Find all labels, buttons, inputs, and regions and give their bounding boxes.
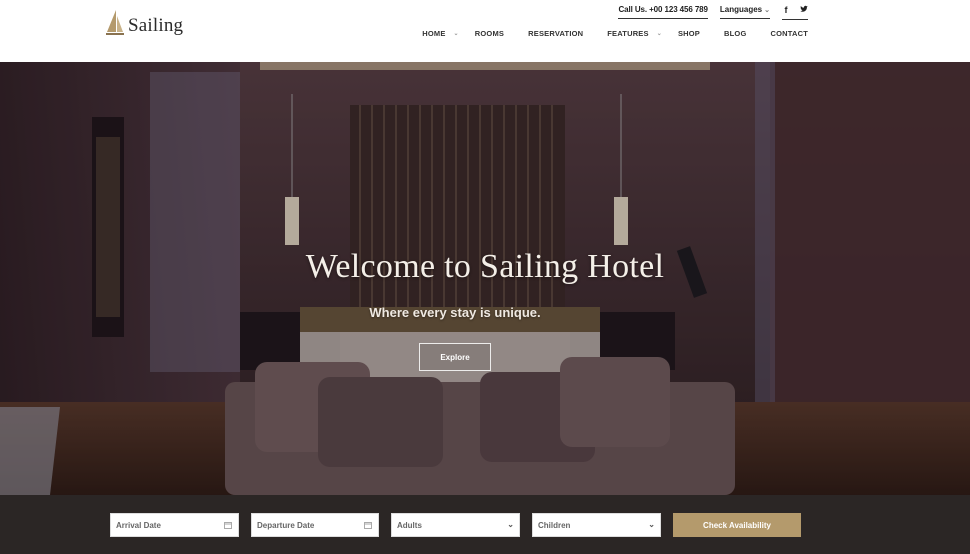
children-select[interactable]: Children ⌄ <box>532 513 661 537</box>
social-links: f <box>782 5 808 20</box>
nav-item-reservation[interactable]: RESERVATION <box>528 29 583 38</box>
hero-subtitle: Where every stay is unique. <box>369 305 541 320</box>
nav-label: HOME <box>422 29 446 38</box>
nav-item-features[interactable]: FEATURES ⌄ <box>607 29 661 38</box>
chevron-down-icon: ⌄ <box>656 31 662 37</box>
brand-name: Sailing <box>128 15 184 36</box>
explore-button[interactable]: Explore <box>419 343 491 371</box>
twitter-icon[interactable] <box>800 5 808 13</box>
logo[interactable]: Sailing <box>106 10 183 37</box>
adults-placeholder: Adults <box>397 520 422 530</box>
nav-label: FEATURES <box>607 29 649 38</box>
nav-label: RESERVATION <box>528 29 584 38</box>
hero-title: Welcome to Sailing Hotel <box>305 248 665 285</box>
nav-item-rooms[interactable]: ROOMS <box>475 29 504 38</box>
site-header: Sailing Call Us. +00 123 456 789 Languag… <box>0 0 970 62</box>
topbar: Call Us. +00 123 456 789 Languages ⌄ f <box>618 4 808 20</box>
check-availability-button[interactable]: Check Availability <box>673 513 801 537</box>
language-selector[interactable]: Languages ⌄ <box>719 5 770 19</box>
arrival-date-input[interactable]: Arrival Date <box>110 513 239 537</box>
chevron-down-icon: ⌄ <box>764 7 770 14</box>
facebook-icon[interactable]: f <box>782 5 790 15</box>
chevron-down-icon: ⌄ <box>507 520 514 529</box>
chevron-down-icon: ⌄ <box>453 31 459 37</box>
arrival-date-placeholder: Arrival Date <box>116 520 161 530</box>
nav-item-home[interactable]: HOME ⌄ <box>422 29 458 38</box>
booking-bar: Arrival Date Departure Date Adults ⌄ Chi… <box>0 495 970 554</box>
nav-label: SHOP <box>677 29 701 38</box>
departure-date-placeholder: Departure Date <box>257 520 315 530</box>
nav-label: BLOG <box>724 29 747 38</box>
nav-item-shop[interactable]: SHOP <box>678 29 700 38</box>
phone-contact[interactable]: Call Us. +00 123 456 789 <box>618 5 708 19</box>
calendar-icon <box>224 522 232 529</box>
nav-label: ROOMS <box>474 29 505 38</box>
nav-item-contact[interactable]: CONTACT <box>770 29 808 38</box>
main-nav: HOME ⌄ ROOMS RESERVATION FEATURES ⌄ SHOP B… <box>422 29 808 38</box>
adults-select[interactable]: Adults ⌄ <box>391 513 520 537</box>
nav-item-blog[interactable]: BLOG <box>724 29 746 38</box>
departure-date-input[interactable]: Departure Date <box>251 513 379 537</box>
calendar-icon <box>364 522 372 529</box>
language-label: Languages <box>719 5 763 14</box>
sail-logo-icon <box>106 10 124 35</box>
nav-label: CONTACT <box>770 29 808 38</box>
hero-banner: Welcome to Sailing Hotel Where every sta… <box>0 62 970 495</box>
children-placeholder: Children <box>538 520 571 530</box>
chevron-down-icon: ⌄ <box>648 520 655 529</box>
